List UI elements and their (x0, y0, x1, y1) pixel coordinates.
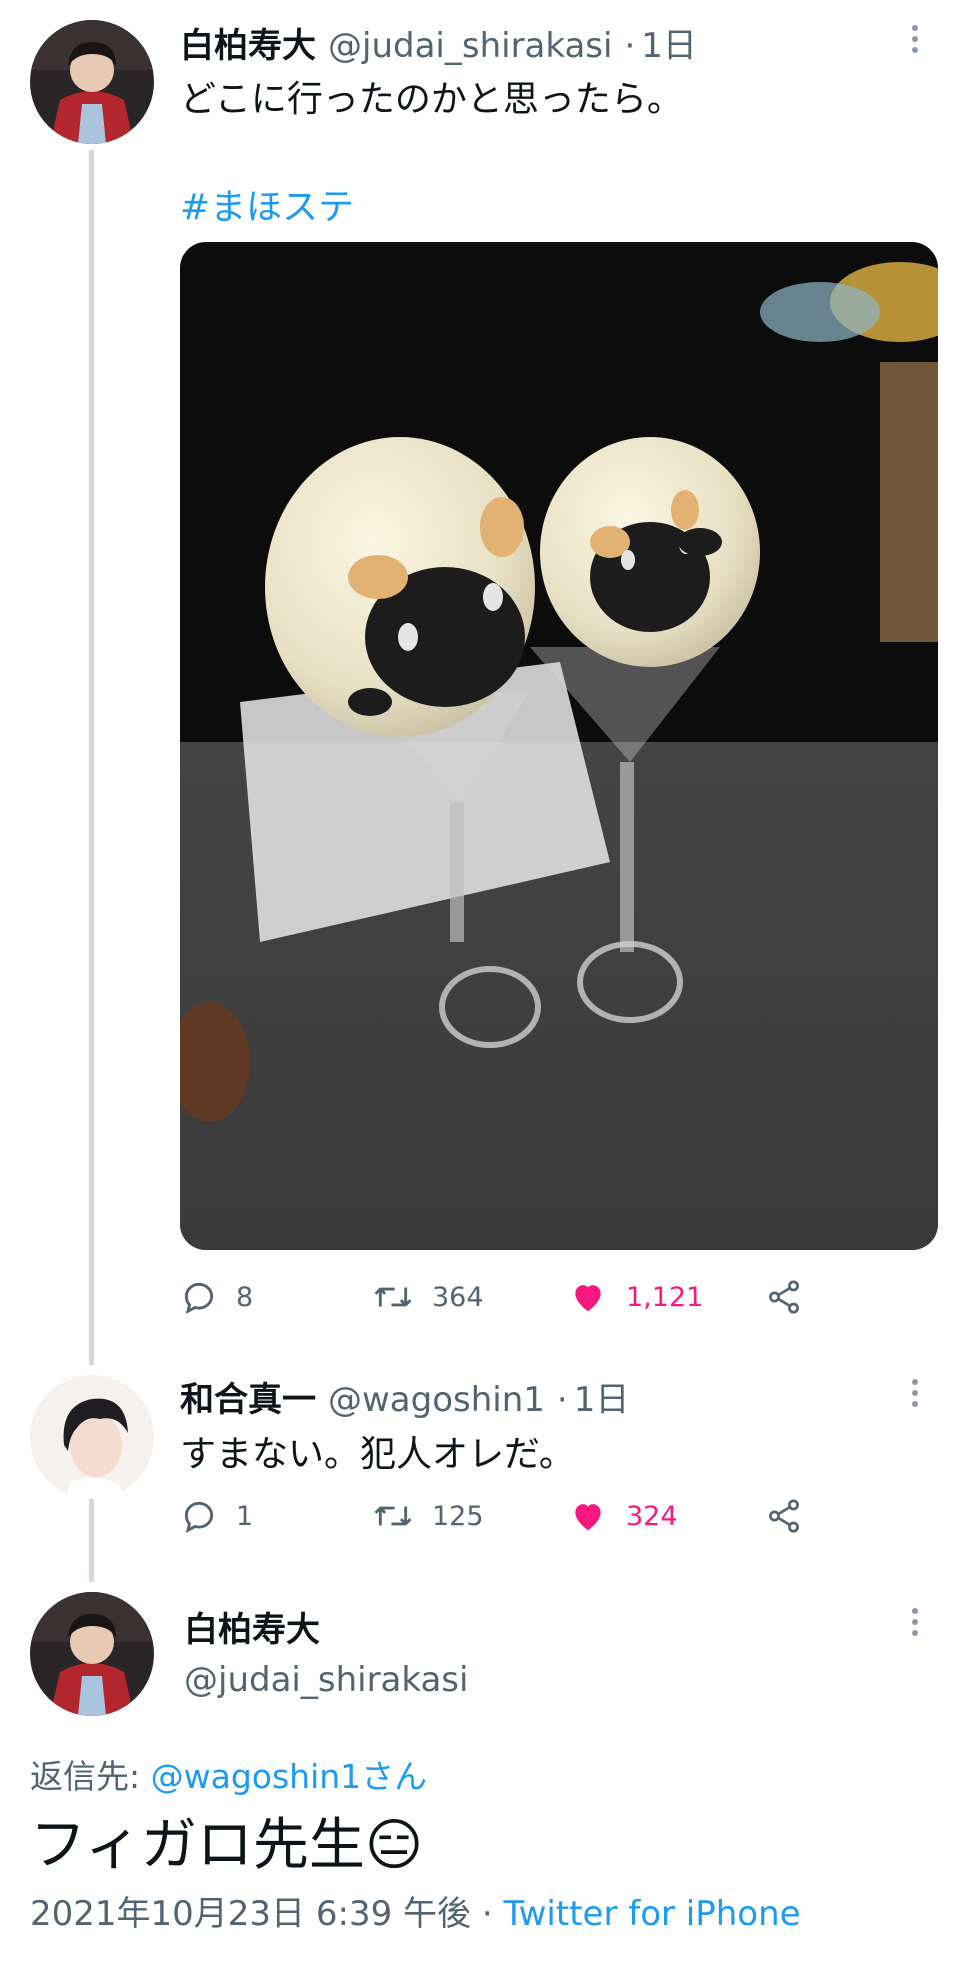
tweet2-like-count: 324 (626, 1500, 678, 1532)
tweet3-timestamp[interactable]: 2021年10月23日 6:39 午後 (30, 1894, 471, 1934)
tweet1-time[interactable]: 1日 (641, 18, 697, 67)
expressionless-emoji-icon: 😑 (364, 1813, 424, 1878)
sheep-plush-photo-icon (180, 242, 938, 1250)
tweet1-photo[interactable] (180, 242, 938, 1250)
tweet1-share-button[interactable] (765, 1278, 803, 1316)
tweet3-display-name[interactable]: 白柏寿大 (184, 1602, 320, 1651)
tweet1-reply-button[interactable]: 8 (180, 1278, 253, 1316)
share-icon (769, 1280, 799, 1314)
share-icon (769, 1499, 799, 1533)
more-icon[interactable] (905, 1376, 925, 1412)
reply-icon (184, 1282, 214, 1315)
tweet3-handle[interactable]: @judai_shirakasi (184, 1660, 468, 1700)
tweet2-header: 和合真一 @wagoshin1 · 1日 (180, 1372, 629, 1421)
tweet3-text: フィガロ先生 (30, 1813, 365, 1878)
retweet-icon (374, 1506, 412, 1526)
tweet2-text: すまない。犯人オレだ。 (180, 1434, 575, 1475)
tweet1-like-count: 1,121 (626, 1281, 704, 1313)
tweet2-time[interactable]: 1日 (574, 1372, 630, 1421)
tweet1-like-button[interactable]: 1,121 (568, 1278, 703, 1316)
reply-mention[interactable]: @wagoshin1さん (151, 1757, 428, 1796)
tweet2-retweet-button[interactable]: 125 (372, 1497, 484, 1535)
tweet2-share-button[interactable] (765, 1497, 803, 1535)
more-icon[interactable] (905, 1605, 925, 1641)
tweet2-handle[interactable]: @wagoshin1 (328, 1380, 545, 1420)
more-icon[interactable] (905, 22, 925, 58)
tweet3-separator: · (481, 1894, 493, 1934)
avatar-judai[interactable] (30, 20, 154, 144)
tweet2-separator: · (556, 1380, 568, 1420)
tweet2-like-button[interactable]: 324 (568, 1497, 678, 1535)
reply-context: 返信先: @wagoshin1さん (30, 1750, 427, 1798)
tweet3-text-row: フィガロ先生😑 (30, 1800, 423, 1881)
heart-icon (575, 1504, 601, 1531)
tweet1-retweet-button[interactable]: 364 (372, 1278, 484, 1316)
tweet1-reply-count: 8 (236, 1281, 254, 1313)
tweet1-separator: · (624, 26, 636, 66)
tweet3-footer: 2021年10月23日 6:39 午後 · Twitter for iPhone (30, 1886, 801, 1935)
reply-icon (184, 1501, 214, 1534)
thread-line-1 (89, 150, 94, 1365)
tweet1-handle[interactable]: @judai_shirakasi (328, 26, 612, 66)
tweet1-text: どこに行ったのかと思ったら。 (180, 79, 683, 120)
tweet2-reply-button[interactable]: 1 (180, 1497, 253, 1535)
tweet2-reply-count: 1 (236, 1500, 254, 1532)
tweet2-display-name[interactable]: 和合真一 (180, 1372, 316, 1421)
heart-icon (575, 1285, 601, 1312)
tweet1-retweet-count: 364 (432, 1281, 484, 1313)
tweet1-hashtag[interactable]: #まほステ (180, 178, 354, 230)
tweet1-header: 白柏寿大 @judai_shirakasi · 1日 (180, 18, 697, 67)
avatar-judai[interactable] (30, 1592, 154, 1716)
avatar-wagoshin[interactable] (30, 1375, 154, 1499)
reply-label: 返信先: (30, 1757, 141, 1796)
retweet-icon (374, 1287, 412, 1307)
tweet2-retweet-count: 125 (432, 1500, 484, 1532)
tweet1-display-name[interactable]: 白柏寿大 (180, 18, 316, 67)
tweet3-source[interactable]: Twitter for iPhone (503, 1894, 800, 1934)
